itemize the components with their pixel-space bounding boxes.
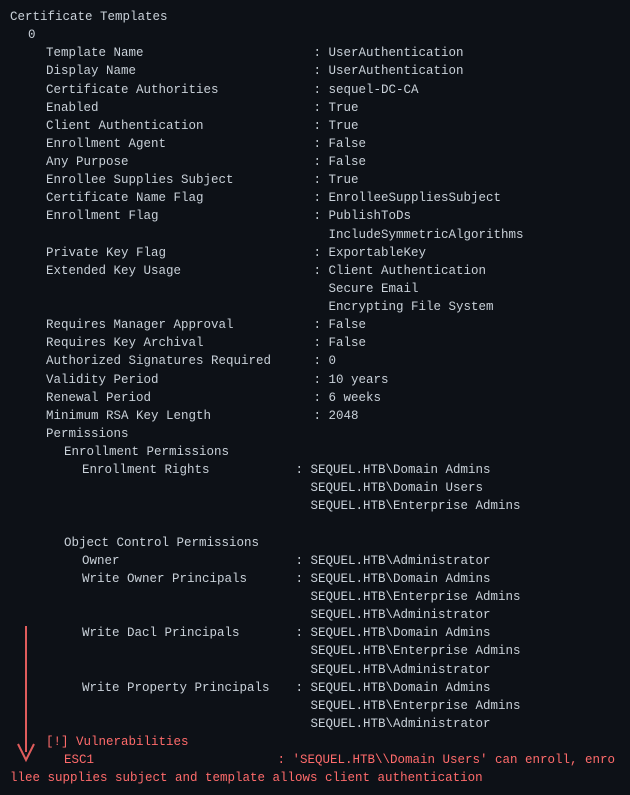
validity-period-line: Validity Period : 10 years <box>10 371 620 389</box>
renewal-period-line: Renewal Period : 6 weeks <box>10 389 620 407</box>
enrollment-flag-line: Enrollment Flag : PublishToDs <box>10 207 620 225</box>
extended-key-usage-cont1-line: Secure Email <box>10 280 620 298</box>
index-line: 0 <box>10 26 620 44</box>
enabled-line: Enabled : True <box>10 99 620 117</box>
enrollment-flag-cont-line: IncludeSymmetricAlgorithms <box>10 226 620 244</box>
write-prop-cont1-line: SEQUEL.HTB\Enterprise Admins <box>10 697 620 715</box>
any-purpose-line: Any Purpose : False <box>10 153 620 171</box>
cert-authorities-line: Certificate Authorities : sequel-DC-CA <box>10 81 620 99</box>
write-dacl-line: Write Dacl Principals : SEQUEL.HTB\Domai… <box>10 624 620 642</box>
client-auth-line: Client Authentication : True <box>10 117 620 135</box>
write-dacl-cont1-line: SEQUEL.HTB\Enterprise Admins <box>10 642 620 660</box>
write-owner-cont1-line: SEQUEL.HTB\Enterprise Admins <box>10 588 620 606</box>
esc1-line: ESC1 : 'SEQUEL.HTB\\Domain Users' can en… <box>10 751 620 769</box>
write-prop-line: Write Property Principals : SEQUEL.HTB\D… <box>10 679 620 697</box>
permissions-header-line: Permissions <box>10 425 620 443</box>
header-line: Certificate Templates <box>10 8 620 26</box>
write-owner-cont2-line: SEQUEL.HTB\Administrator <box>10 606 620 624</box>
esc1-cont-line: llee supplies subject and template allow… <box>10 769 620 787</box>
enrollment-permissions-header-line: Enrollment Permissions <box>10 443 620 461</box>
manager-approval-line: Requires Manager Approval : False <box>10 316 620 334</box>
write-dacl-cont2-line: SEQUEL.HTB\Administrator <box>10 661 620 679</box>
enrollment-agent-line: Enrollment Agent : False <box>10 135 620 153</box>
key-archival-line: Requires Key Archival : False <box>10 334 620 352</box>
display-name-line: Display Name : UserAuthentication <box>10 62 620 80</box>
min-rsa-line: Minimum RSA Key Length : 2048 <box>10 407 620 425</box>
template-name-line: Template Name : UserAuthentication <box>10 44 620 62</box>
owner-line: Owner : SEQUEL.HTB\Administrator <box>10 552 620 570</box>
enrollee-supplies-line: Enrollee Supplies Subject : True <box>10 171 620 189</box>
blank-line <box>10 516 620 534</box>
auth-sigs-line: Authorized Signatures Required : 0 <box>10 352 620 370</box>
object-control-header-line: Object Control Permissions <box>10 534 620 552</box>
terminal-output: Certificate Templates 0 Template Name : … <box>0 0 630 795</box>
write-owner-line: Write Owner Principals : SEQUEL.HTB\Doma… <box>10 570 620 588</box>
vulnerabilities-header-line: [!] Vulnerabilities <box>10 733 620 751</box>
enrollment-rights-line: Enrollment Rights : SEQUEL.HTB\Domain Ad… <box>10 461 620 479</box>
enrollment-rights-cont1-line: SEQUEL.HTB\Domain Users <box>10 479 620 497</box>
extended-key-usage-cont2-line: Encrypting File System <box>10 298 620 316</box>
private-key-flag-line: Private Key Flag : ExportableKey <box>10 244 620 262</box>
write-prop-cont2-line: SEQUEL.HTB\Administrator <box>10 715 620 733</box>
enrollment-rights-cont2-line: SEQUEL.HTB\Enterprise Admins <box>10 497 620 515</box>
cert-name-flag-line: Certificate Name Flag : EnrolleeSupplies… <box>10 189 620 207</box>
extended-key-usage-line: Extended Key Usage : Client Authenticati… <box>10 262 620 280</box>
